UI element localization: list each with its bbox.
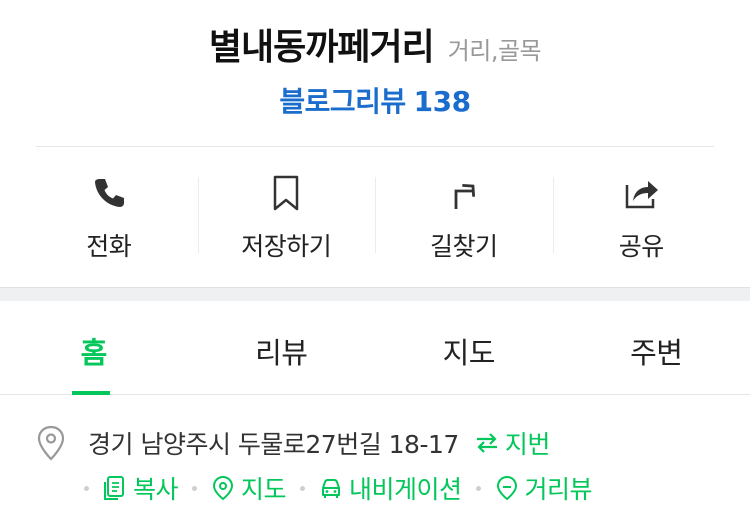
separator-dot [192, 485, 198, 491]
save-label: 저장하기 [241, 232, 332, 261]
tab-map[interactable]: 지도 [375, 302, 563, 394]
location-pin-icon [37, 425, 65, 461]
map-link-button[interactable]: 지도 [211, 470, 287, 506]
copy-label: 복사 [133, 475, 179, 504]
jibun-toggle[interactable]: 지번 [475, 425, 550, 461]
car-icon [322, 479, 341, 498]
navigation-label: 내비게이션 [349, 475, 462, 504]
share-button[interactable]: 공유 [552, 147, 731, 283]
call-button[interactable]: 전화 [20, 147, 198, 283]
tab-home[interactable]: 홈 [0, 302, 188, 395]
jibun-label: 지번 [504, 430, 551, 459]
place-name: 별내동까페거리 [208, 27, 435, 68]
address-actions: 복사 지도 내비게이션 거리뷰 [84, 470, 744, 506]
place-header: 별내동까페거리 거리,골목 블로그리뷰 138 [0, 0, 750, 120]
share-label: 공유 [618, 232, 665, 261]
copy-icon [104, 476, 124, 500]
map-pin-icon [213, 475, 234, 501]
call-label: 전화 [86, 232, 132, 261]
swap-arrows-icon [476, 433, 497, 453]
separator-dot [300, 485, 306, 491]
map-label: 지도 [241, 475, 287, 504]
address-text: 경기 남양주시 두물로27번길 18-17 [88, 430, 459, 459]
street-view-button[interactable]: 거리뷰 [495, 470, 593, 506]
address-row: 경기 남양주시 두물로27번길 18-17 지번 [36, 425, 726, 461]
street-view-label: 거리뷰 [524, 475, 593, 504]
phone-icon [94, 179, 124, 207]
directions-label: 길찾기 [429, 232, 498, 261]
bookmark-icon [274, 175, 299, 211]
street-view-icon [496, 475, 517, 501]
tab-reviews[interactable]: 리뷰 [188, 302, 376, 394]
review-count: 138 [413, 85, 471, 118]
directions-icon [454, 183, 475, 209]
action-bar: 전화 저장하기 길찾기 공유 [20, 147, 730, 283]
tab-nearby[interactable]: 주변 [563, 302, 750, 394]
tab-bar: 홈 리뷰 지도 주변 [0, 302, 750, 395]
save-button[interactable]: 저장하기 [197, 147, 376, 283]
separator-dot [84, 485, 89, 491]
share-icon [626, 181, 659, 209]
copy-address-button[interactable]: 복사 [103, 470, 179, 506]
blog-review-link[interactable]: 블로그리뷰 138 [0, 80, 750, 120]
directions-button[interactable]: 길찾기 [375, 147, 553, 283]
separator-dot [475, 485, 481, 491]
section-gap [0, 287, 750, 301]
navigation-button[interactable]: 내비게이션 [319, 470, 462, 506]
place-category: 거리,골목 [447, 37, 542, 65]
title-row: 별내동까페거리 거리,골목 [0, 18, 750, 70]
review-label: 블로그리뷰 [279, 85, 406, 118]
